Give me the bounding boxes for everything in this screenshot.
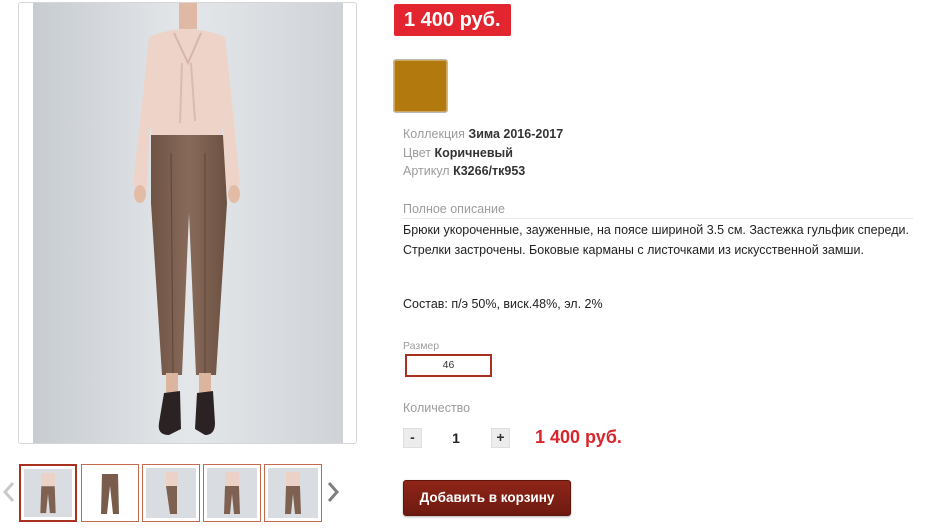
sku-label: Артикул — [403, 164, 450, 178]
chevron-left-icon — [2, 482, 15, 502]
add-to-cart-button[interactable]: Добавить в корзину — [403, 480, 571, 516]
total-price: 1 400 руб. — [535, 427, 622, 447]
thumbnail-next-arrow[interactable] — [326, 480, 340, 504]
product-meta: Коллекция Зима 2016-2017 Цвет Коричневый… — [403, 125, 563, 181]
color-row: Цвет Коричневый — [403, 144, 563, 163]
sku-value: К3266/тк953 — [453, 164, 526, 178]
composition-text: Состав: п/э 50%, виск.48%, эл. 2% — [403, 297, 603, 311]
quantity-increase-button[interactable]: + — [491, 428, 510, 448]
chevron-right-icon — [327, 482, 340, 502]
thumbnail-2[interactable] — [81, 464, 139, 522]
thumbnail-image — [85, 468, 135, 518]
thumbnail-prev-arrow[interactable] — [2, 480, 16, 504]
collection-row: Коллекция Зима 2016-2017 — [403, 125, 563, 144]
sku-row: Артикул К3266/тк953 — [403, 162, 563, 181]
thumbnail-4[interactable] — [203, 464, 261, 522]
collection-value: Зима 2016-2017 — [468, 127, 564, 141]
description-title: Полное описание — [403, 202, 913, 219]
thumbnail-1[interactable] — [19, 464, 77, 522]
description-text: Брюки укороченные, зауженные, на поясе ш… — [403, 223, 909, 257]
thumbnail-3[interactable] — [142, 464, 200, 522]
thumbnail-image — [268, 468, 318, 518]
main-product-image[interactable] — [18, 2, 357, 444]
thumbnail-image — [24, 469, 72, 517]
price-badge: 1 400 руб. — [394, 4, 511, 36]
size-option-46[interactable]: 46 — [405, 354, 492, 377]
thumbnail-image — [207, 468, 257, 518]
size-label: Размер — [403, 340, 440, 352]
collection-label: Коллекция — [403, 127, 465, 141]
quantity-decrease-button[interactable]: - — [403, 428, 422, 448]
color-value: Коричневый — [434, 145, 513, 160]
thumbnail-5[interactable] — [264, 464, 322, 522]
color-label: Цвет — [403, 145, 432, 160]
thumbnail-image — [146, 468, 196, 518]
color-swatch[interactable] — [393, 59, 448, 113]
quantity-input[interactable]: 1 — [430, 428, 482, 448]
quantity-label: Количество — [403, 401, 471, 415]
